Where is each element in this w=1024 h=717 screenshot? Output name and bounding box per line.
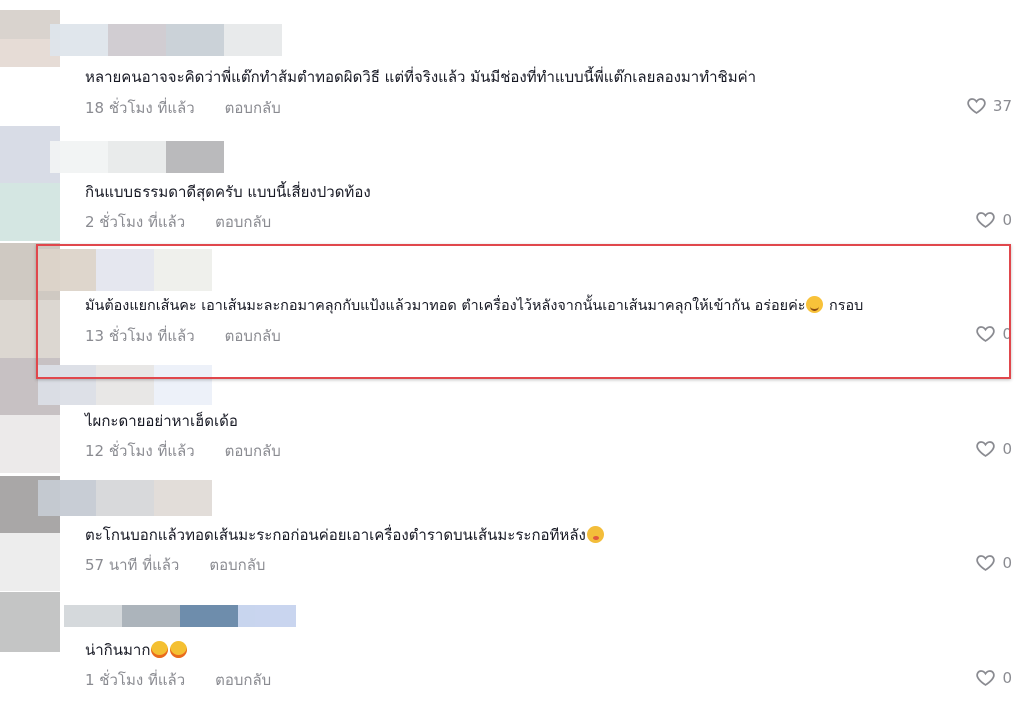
comment-text: มันต้องแยกเส้นคะ เอาเส้นมะละกอมาคลุกกับแ… (85, 296, 864, 314)
heart-icon (976, 670, 996, 686)
heart-icon (967, 98, 986, 114)
comment-meta: 18 ชั่วโมง ที่แล้ว ตอบกลับ (85, 96, 281, 120)
like-button[interactable]: 0 (975, 209, 1012, 230)
reply-button[interactable]: ตอบกลับ (225, 327, 281, 345)
like-button[interactable]: 0 (975, 667, 1012, 688)
comment-meta: 57 นาที ที่แล้ว ตอบกลับ (85, 553, 265, 577)
blurred-username[interactable] (38, 249, 212, 291)
reply-button[interactable]: ตอบกลับ (215, 671, 271, 689)
heart-icon (976, 555, 996, 571)
comment-meta: 13 ชั่วโมง ที่แล้ว ตอบกลับ (85, 324, 281, 348)
rolling-laughing-emoji-icon (151, 641, 169, 658)
heart-icon (976, 212, 996, 228)
comment-time: 12 ชั่วโมง ที่แล้ว (85, 442, 195, 460)
heart-icon (976, 441, 996, 457)
like-count: 0 (1002, 668, 1012, 687)
comment-text: ไผกะดายอย่าหาเฮ็ดเด้อ (85, 412, 238, 430)
blurred-username[interactable] (38, 480, 212, 516)
like-count: 37 (992, 96, 1012, 115)
avatar[interactable] (0, 592, 60, 652)
comment-time: 13 ชั่วโมง ที่แล้ว (85, 327, 195, 345)
reply-button[interactable]: ตอบกลับ (215, 213, 271, 231)
dizzy-face-emoji-icon (586, 526, 604, 543)
like-count: 0 (1002, 439, 1012, 458)
comment-time: 1 ชั่วโมง ที่แล้ว (85, 671, 186, 689)
blurred-username[interactable] (50, 24, 282, 56)
reply-button[interactable]: ตอบกลับ (225, 99, 281, 117)
comment-text: กินแบบธรรมดาดีสุดครับ แบบนี้เสี่ยงปวดท้อ… (85, 183, 371, 201)
comment-text: หลายคนอาจจะคิดว่าพี่แต๊กทำส้มตำทอดผิดวิธ… (85, 68, 757, 86)
like-button[interactable]: 0 (975, 438, 1012, 459)
like-count: 0 (1002, 210, 1012, 229)
rolling-laughing-emoji-icon (170, 641, 188, 658)
like-button[interactable]: 37 (966, 95, 1012, 116)
comment-meta: 12 ชั่วโมง ที่แล้ว ตอบกลับ (85, 439, 281, 463)
reply-button[interactable]: ตอบกลับ (209, 556, 265, 574)
comment-meta: 2 ชั่วโมง ที่แล้ว ตอบกลับ (85, 210, 271, 234)
like-count: 0 (1002, 324, 1012, 343)
comment-time: 57 นาที ที่แล้ว (85, 556, 180, 574)
blurred-username[interactable] (64, 605, 296, 627)
blurred-username[interactable] (38, 365, 212, 405)
comment-time: 18 ชั่วโมง ที่แล้ว (85, 99, 195, 117)
heart-icon (976, 326, 996, 342)
comment-text: ตะโกนบอกแล้วทอดเส้นมะระกอก่อนค่อยเอาเครื… (85, 524, 605, 546)
smiling-face-emoji-icon (806, 296, 824, 313)
blurred-username[interactable] (50, 141, 224, 173)
like-button[interactable]: 0 (975, 323, 1012, 344)
truncated-previous-username (60, 0, 260, 8)
reply-button[interactable]: ตอบกลับ (225, 442, 281, 460)
like-button[interactable]: 0 (975, 552, 1012, 573)
comment-time: 2 ชั่วโมง ที่แล้ว (85, 213, 186, 231)
like-count: 0 (1002, 553, 1012, 572)
comment-text: น่ากินมาก (85, 639, 188, 661)
comment-meta: 1 ชั่วโมง ที่แล้ว ตอบกลับ (85, 668, 271, 692)
